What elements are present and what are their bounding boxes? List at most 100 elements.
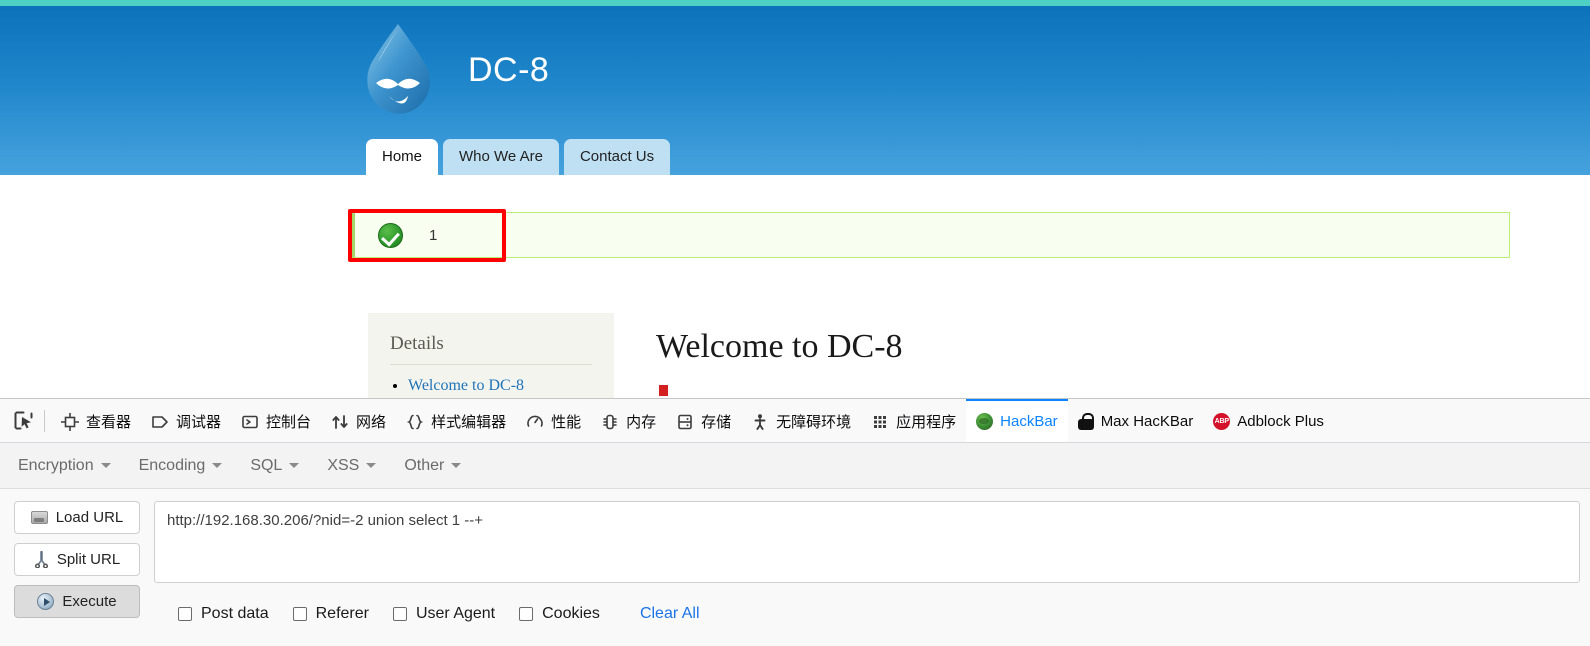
referer-checkbox[interactable] (292, 607, 307, 621)
split-url-button[interactable]: Split URL (14, 543, 140, 576)
devtools-tab-label: Adblock Plus (1237, 413, 1324, 430)
devtools-tab-label: 应用程序 (896, 414, 957, 431)
menu-other[interactable]: Other (404, 457, 462, 475)
devtools-tab-style-editor[interactable]: 样式编辑器 (396, 399, 516, 442)
element-picker-icon[interactable] (8, 407, 38, 435)
devtools-tab-accessibility[interactable]: 无障碍环境 (741, 399, 861, 442)
sidebar-title: Details (390, 333, 592, 365)
success-check-icon (378, 222, 403, 248)
drupal-droplet-icon (358, 20, 438, 120)
style-editor-icon (406, 414, 424, 429)
sidebar-link-welcome[interactable]: Welcome to DC-8 (408, 377, 524, 394)
load-url-button[interactable]: Load URL (14, 501, 140, 534)
execute-play-icon (37, 593, 55, 610)
nav-tab-who-we-are[interactable]: Who We Are (443, 138, 559, 175)
page-title: Welcome to DC-8 (656, 328, 903, 365)
nav-tab-home[interactable]: Home (366, 138, 439, 175)
menu-xss[interactable]: XSS (327, 456, 377, 475)
button-label: Split URL (56, 551, 121, 568)
devtools-tab-memory[interactable]: 内存 (591, 399, 666, 442)
devtools-tab-debugger[interactable]: 调试器 (141, 399, 231, 442)
devtools-tab-inspector[interactable]: 查看器 (51, 399, 141, 442)
chevron-down-icon (451, 463, 462, 468)
devtools-tab-label: Max HacKBar (1100, 413, 1194, 430)
devtools-panel: 查看器 调试器 控制台 网络 样式编辑器 性能 内存 存储 无障碍环境 应用程序… (0, 398, 1590, 646)
storage-icon (678, 414, 692, 429)
red-caret-mark (659, 385, 668, 396)
devtools-tab-application[interactable]: 应用程序 (861, 399, 966, 442)
nav-tab-contact-us[interactable]: Contact Us (563, 138, 671, 175)
console-icon (242, 415, 258, 428)
option-referer[interactable]: Referer (292, 605, 369, 623)
toolbar-separator (44, 409, 45, 432)
option-label: User Agent (415, 605, 496, 622)
devtools-tab-label: HackBar (1000, 413, 1058, 430)
option-label: Cookies (542, 605, 600, 622)
status-message: 1 (351, 212, 1510, 258)
devtools-tab-hackbar[interactable]: HackBar (966, 399, 1068, 442)
chevron-down-icon (212, 463, 223, 468)
devtools-tab-label: 性能 (551, 414, 582, 431)
button-label: Execute (62, 593, 117, 610)
menu-encryption[interactable]: Encryption (18, 457, 111, 475)
inspector-icon (61, 412, 79, 431)
button-label: Load URL (55, 509, 124, 526)
hackbar-body: Load URL Split URL Execute (0, 489, 1590, 618)
primary-nav[interactable]: Home Who We Are Contact Us (366, 138, 671, 175)
split-url-scissors-icon (34, 550, 49, 569)
abp-icon: ABP (1213, 413, 1231, 430)
devtools-tab-label: 网络 (356, 414, 387, 431)
clear-all-link[interactable]: Clear All (640, 605, 700, 623)
accessibility-icon (754, 413, 766, 430)
devtools-tab-performance[interactable]: 性能 (516, 399, 591, 442)
chevron-down-icon (366, 463, 377, 468)
sidebar-link-list: Welcome to DC-8 (390, 377, 592, 395)
hackbar-options-row[interactable]: Post data Referer User Agent Cookies Cle… (178, 605, 700, 623)
menu-label: Encoding (138, 456, 206, 474)
status-message-text: 1 (429, 226, 438, 244)
list-item[interactable]: Welcome to DC-8 (408, 377, 592, 395)
devtools-tab-adblock-plus[interactable]: ABP Adblock Plus (1203, 399, 1334, 442)
hackbar-menubar[interactable]: Encryption Encoding SQL XSS Other (0, 443, 1590, 489)
execute-button[interactable]: Execute (14, 585, 140, 618)
performance-icon (527, 415, 543, 427)
site-title: DC-8 (468, 51, 550, 89)
menu-label: XSS (327, 456, 360, 474)
devtools-tab-network[interactable]: 网络 (321, 399, 396, 442)
user-agent-checkbox[interactable] (392, 607, 407, 621)
chevron-down-icon (289, 463, 300, 468)
menu-encoding[interactable]: Encoding (139, 457, 223, 475)
devtools-toolbar[interactable]: 查看器 调试器 控制台 网络 样式编辑器 性能 内存 存储 无障碍环境 应用程序… (0, 399, 1590, 443)
devtools-tab-label: 调试器 (176, 414, 222, 431)
url-input[interactable] (154, 501, 1580, 583)
site-header: DC-8 Home Who We Are Contact Us (0, 6, 1590, 175)
option-cookies[interactable]: Cookies (519, 605, 600, 623)
hackbar-icon (976, 413, 994, 430)
browser-viewport: DC-8 Home Who We Are Contact Us 1 Detail… (0, 0, 1590, 398)
menu-label: SQL (250, 456, 283, 474)
hackbar-action-buttons: Load URL Split URL Execute (14, 501, 140, 618)
devtools-tab-label: 内存 (626, 414, 657, 431)
site-branding[interactable]: DC-8 (358, 20, 549, 120)
debugger-icon (152, 415, 168, 428)
devtools-tab-max-hackbar[interactable]: Max HacKBar (1068, 399, 1204, 442)
chevron-down-icon (100, 463, 111, 468)
post-data-checkbox[interactable] (178, 607, 192, 621)
option-label: Post data (201, 605, 269, 622)
load-url-icon (30, 511, 48, 524)
application-icon (874, 415, 887, 428)
devtools-tab-storage[interactable]: 存储 (666, 399, 741, 442)
devtools-tab-console[interactable]: 控制台 (231, 399, 321, 442)
menu-label: Encryption (18, 456, 94, 474)
option-label: Referer (315, 605, 369, 622)
details-sidebar: Details Welcome to DC-8 (368, 313, 614, 398)
option-user-agent[interactable]: User Agent (392, 605, 496, 623)
menu-sql[interactable]: SQL (250, 456, 300, 475)
cookies-checkbox[interactable] (519, 607, 534, 621)
devtools-tab-label: 样式编辑器 (431, 414, 507, 431)
devtools-tab-label: 查看器 (86, 414, 132, 431)
devtools-tab-label: 存储 (701, 414, 732, 431)
option-post-data[interactable]: Post data (178, 605, 269, 623)
devtools-tab-label: 无障碍环境 (776, 414, 852, 431)
lock-icon (1077, 413, 1094, 430)
